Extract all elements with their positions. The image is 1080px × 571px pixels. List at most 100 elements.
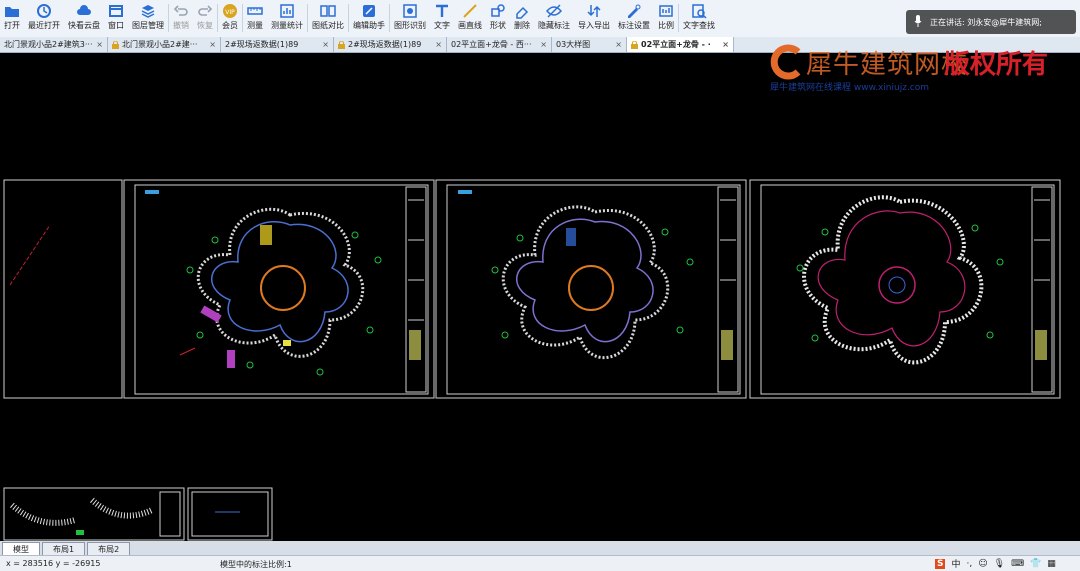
import-export-button[interactable]: 导入导出 xyxy=(574,0,614,34)
toolbar-button-label: 测量统计 xyxy=(271,21,303,30)
document-tab-label: 北门景观小品2#建··· xyxy=(122,40,198,49)
eraser-icon xyxy=(514,3,530,19)
toolbar-button-label: 导入导出 xyxy=(578,21,610,30)
measure-stats-icon xyxy=(279,3,295,19)
annotation-scale: 模型中的标注比例:1 xyxy=(220,560,292,569)
emoji-icon[interactable]: ☺ xyxy=(978,559,987,569)
undo-button[interactable]: 撤销 xyxy=(169,0,193,34)
window-button[interactable]: 窗口 xyxy=(104,0,128,34)
close-icon[interactable]: × xyxy=(93,40,103,49)
document-tab-label: 03大样图 xyxy=(556,40,591,49)
window-icon xyxy=(108,3,124,19)
compare-button[interactable]: 图纸对比 xyxy=(308,0,348,34)
undo-icon xyxy=(173,3,189,19)
lock-icon xyxy=(112,40,119,49)
shape-recognize-button[interactable]: 图形识别 xyxy=(390,0,430,34)
skin-icon[interactable]: 👕 xyxy=(1030,559,1041,569)
toolbar-button-label: 恢复 xyxy=(197,21,213,30)
sogou-logo-icon[interactable]: S xyxy=(935,558,946,569)
watermark-copyright: 版权所有 xyxy=(944,50,1049,80)
toolbar-button-label: 图层管理 xyxy=(132,21,164,30)
close-icon[interactable]: × xyxy=(432,40,442,49)
annotation-settings-icon xyxy=(626,3,642,19)
document-tab[interactable]: 02平立面+龙骨 - · × xyxy=(627,37,734,52)
text-button[interactable]: 文字 xyxy=(430,0,454,34)
vip-button[interactable]: VIP 会员 xyxy=(218,0,242,34)
toolbar-button-label: 文字查找 xyxy=(683,21,715,30)
document-tab[interactable]: 2#现场返数据(1)89 × xyxy=(334,37,447,52)
close-icon[interactable]: × xyxy=(537,40,547,49)
document-tab-label: 02平立面+龙骨 - · xyxy=(641,40,711,49)
drawing-sheet-2[interactable] xyxy=(435,179,747,399)
document-tab-label: 02平立面+龙骨 - 西··· xyxy=(451,40,532,49)
document-tab[interactable]: 北门景观小品2#建··· × xyxy=(108,37,221,52)
cloud-button[interactable]: 快看云盘 xyxy=(64,0,104,34)
cursor-coordinates: x = 283516 y = -26915 xyxy=(6,559,101,568)
drawing-sheet-3[interactable] xyxy=(749,179,1061,399)
toolbar-button-label: 画直线 xyxy=(458,21,482,30)
toolbar-button-label: 文字 xyxy=(434,21,450,30)
document-tab[interactable]: 03大样图 × xyxy=(552,37,627,52)
ime-mode[interactable]: 中 xyxy=(951,557,960,570)
folder-button[interactable]: 打开 xyxy=(0,0,24,34)
edit-assistant-button[interactable]: 编辑助手 xyxy=(349,0,389,34)
layout-tab[interactable]: 模型 xyxy=(2,542,40,555)
shape-recognize-icon xyxy=(402,3,418,19)
text-icon xyxy=(434,3,450,19)
mic-icon[interactable]: 🎙 xyxy=(994,559,1005,569)
document-tab[interactable]: 北门景观小品2#建筑3··· × xyxy=(0,37,108,52)
watermark: 犀牛建筑网校 版权所有 犀牛建筑网在线课程 www.xiniujz.com xyxy=(766,40,1076,100)
layout-tab[interactable]: 布局2 xyxy=(87,542,131,555)
clock-button[interactable]: 最近打开 xyxy=(24,0,64,34)
redo-button[interactable]: 恢复 xyxy=(193,0,217,34)
toolbar-button-label: 比例 xyxy=(658,21,674,30)
voice-speaker-text: 正在讲话: 刘永安@犀牛建筑网; xyxy=(930,17,1042,27)
close-icon[interactable]: × xyxy=(719,40,729,49)
clock-icon xyxy=(36,3,52,19)
line-button[interactable]: 画直线 xyxy=(454,0,486,34)
layers-button[interactable]: 图层管理 xyxy=(128,0,168,34)
scale-button[interactable]: 比例 xyxy=(654,0,678,34)
toolbar-button-label: 形状 xyxy=(490,21,506,30)
drawing-sheet-partial[interactable] xyxy=(3,179,123,399)
close-icon[interactable]: × xyxy=(206,40,216,49)
import-export-icon xyxy=(586,3,602,19)
drawing-sheet-1[interactable] xyxy=(123,179,435,399)
annotation-settings-button[interactable]: 标注设置 xyxy=(614,0,654,34)
document-tab[interactable]: 02平立面+龙骨 - 西··· × xyxy=(447,37,552,52)
drawing-sheet-detail[interactable] xyxy=(187,487,273,541)
scale-icon xyxy=(658,3,674,19)
toolbar-button-label: 撤销 xyxy=(173,21,189,30)
keyboard-icon[interactable]: ⌨ xyxy=(1011,559,1024,569)
voice-chat-notification: 正在讲话: 刘永安@犀牛建筑网; xyxy=(906,10,1076,34)
eraser-button[interactable]: 删除 xyxy=(510,0,534,34)
ruler-icon xyxy=(247,3,263,19)
system-tray: S 中 ·, ☺ 🎙 ⌨ 👕 ▦ xyxy=(935,557,1056,570)
document-tab-label: 2#现场返数据(1)89 xyxy=(225,40,299,49)
layout-tab-bar: 模型 布局1 布局2 xyxy=(0,541,1080,555)
ruler-button[interactable]: 测量 xyxy=(243,0,267,34)
document-tab[interactable]: 2#现场返数据(1)89 × xyxy=(221,37,334,52)
drawing-canvas[interactable]: 犀牛建筑网校 版权所有 犀牛建筑网在线课程 www.xiniujz.com xyxy=(0,44,1080,541)
measure-stats-button[interactable]: 测量统计 xyxy=(267,0,307,34)
document-tab-label: 2#现场返数据(1)89 xyxy=(348,40,422,49)
line-icon xyxy=(462,3,478,19)
toolbar-button-label: 标注设置 xyxy=(618,21,650,30)
toolbar-button-label: 会员 xyxy=(222,21,238,30)
toolbox-icon[interactable]: ▦ xyxy=(1047,559,1056,569)
edit-assistant-icon xyxy=(361,3,377,19)
toolbar-button-label: 打开 xyxy=(4,21,20,30)
toolbar-button-label: 最近打开 xyxy=(28,21,60,30)
microphone-icon xyxy=(914,15,922,29)
punctuation-icon[interactable]: ·, xyxy=(967,559,973,569)
toolbar-button-label: 测量 xyxy=(247,21,263,30)
layout-tab[interactable]: 布局1 xyxy=(42,542,86,555)
shape-button[interactable]: 形状 xyxy=(486,0,510,34)
toolbar-button-label: 删除 xyxy=(514,21,530,30)
drawing-sheet-elevation[interactable] xyxy=(3,487,185,541)
close-icon[interactable]: × xyxy=(319,40,329,49)
eye-hide-button[interactable]: 隐藏标注 xyxy=(534,0,574,34)
close-icon[interactable]: × xyxy=(612,40,622,49)
text-search-button[interactable]: 文字查找 xyxy=(679,0,719,34)
document-tab-label: 北门景观小品2#建筑3··· xyxy=(4,40,93,49)
